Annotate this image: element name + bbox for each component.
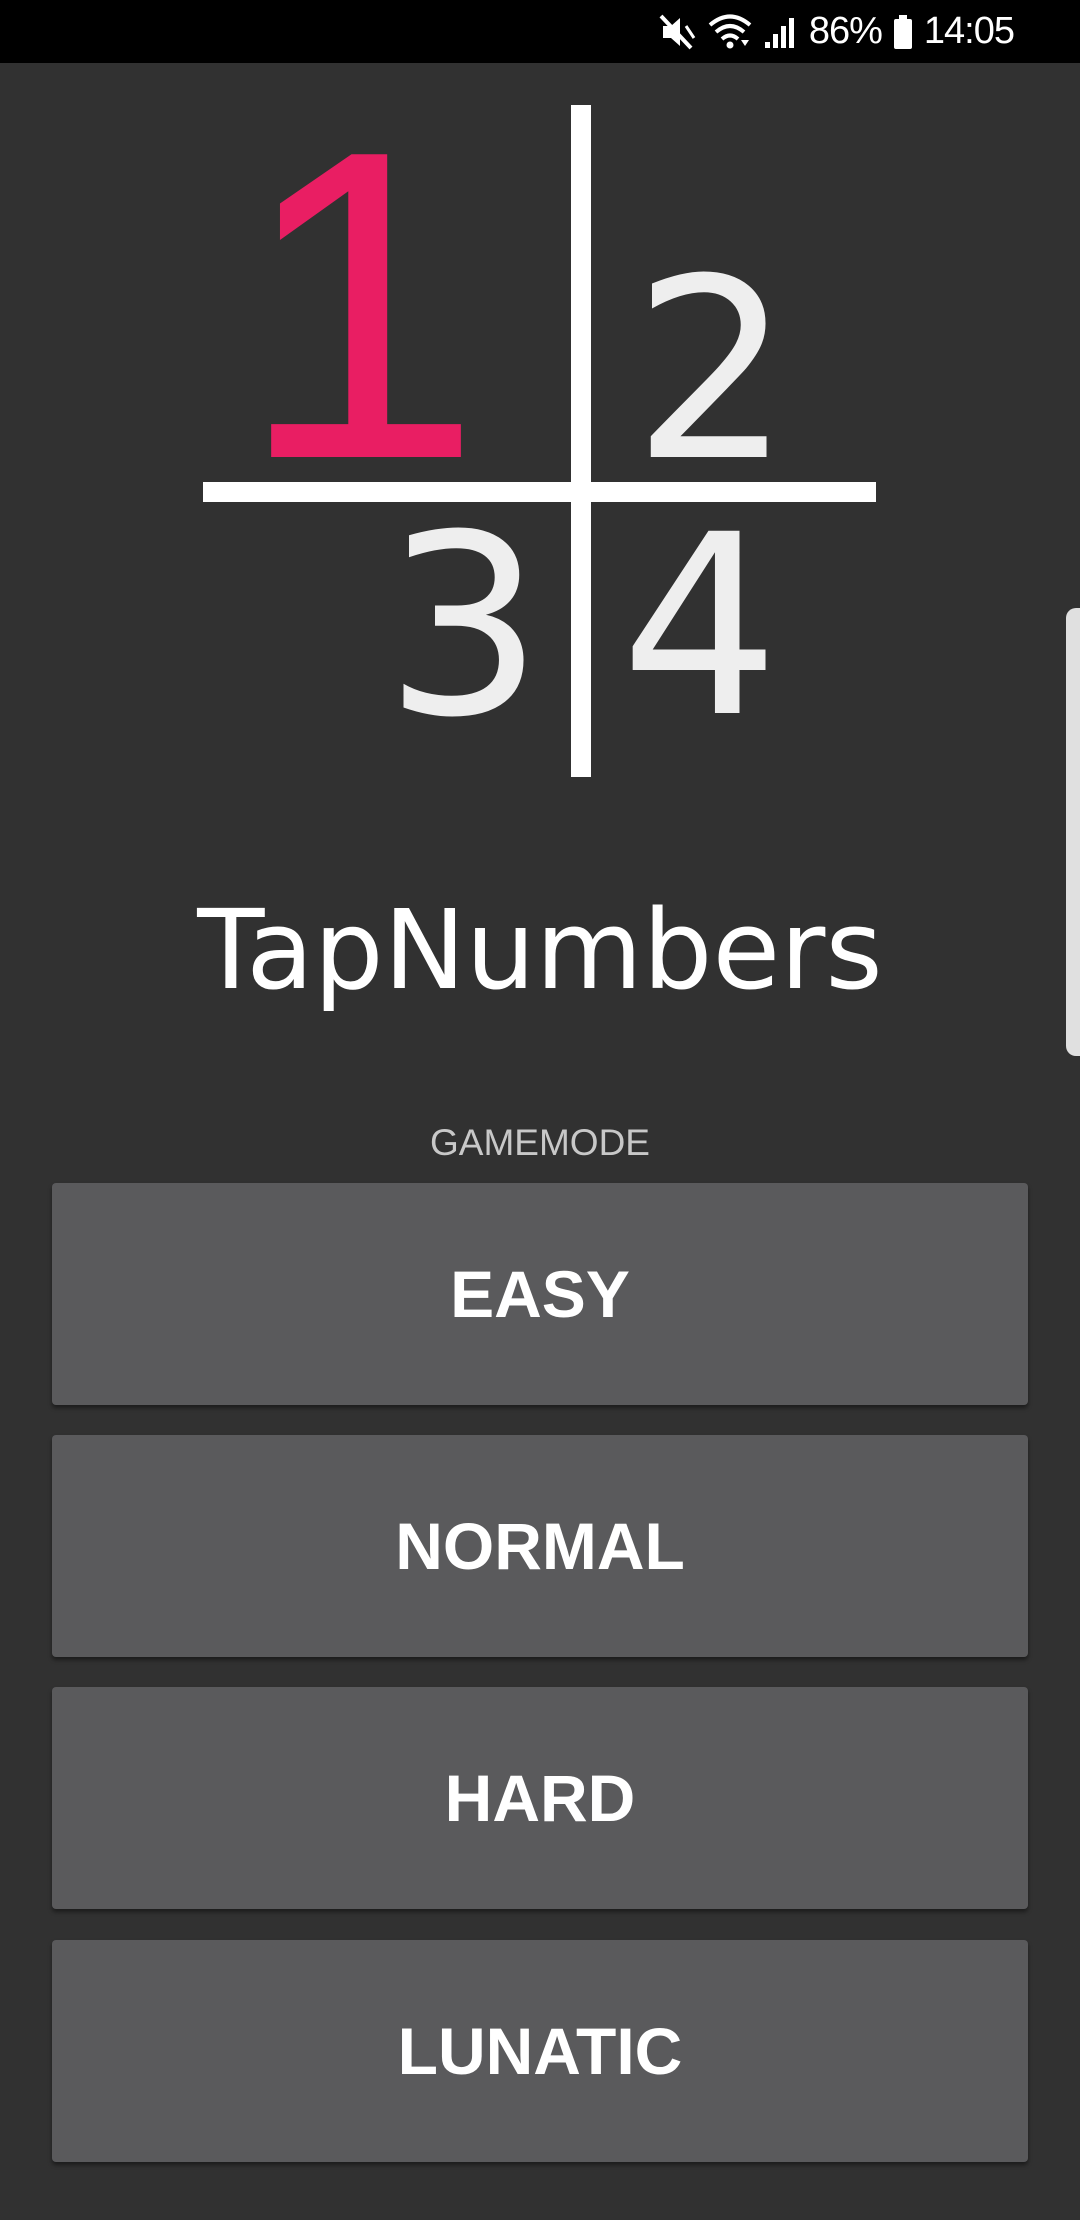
logo-digit-1: 1 [238, 63, 483, 551]
cellular-signal-icon [763, 12, 799, 52]
mute-vibrate-icon [657, 12, 697, 52]
gamemode-label: GAMEMODE [430, 1122, 650, 1163]
logo-digit-3: 3 [384, 481, 543, 772]
battery-icon [892, 12, 914, 52]
app-title: TapNumbers [197, 886, 883, 1014]
app-logo: 1 2 3 4 [0, 63, 1080, 823]
screen: 86% 14:05 1 2 3 4 TapNumbers GAMEMODE EA… [0, 0, 1080, 2220]
battery-percent: 86% [808, 10, 883, 52]
lunatic-button[interactable]: LUNATIC [52, 1940, 1028, 2162]
easy-button[interactable]: EASY [52, 1183, 1028, 1405]
wifi-icon [707, 12, 753, 52]
logo-digit-4: 4 [620, 481, 779, 772]
status-icons: 86% 14:05 [657, 0, 1015, 63]
clock: 14:05 [923, 10, 1015, 52]
status-bar: 86% 14:05 [0, 0, 1080, 63]
logo-digit-2: 2 [632, 225, 791, 516]
hard-button[interactable]: HARD [52, 1687, 1028, 1909]
edge-panel-handle[interactable] [1066, 608, 1080, 1056]
logo-vertical-line [571, 105, 591, 777]
normal-button[interactable]: NORMAL [52, 1435, 1028, 1657]
